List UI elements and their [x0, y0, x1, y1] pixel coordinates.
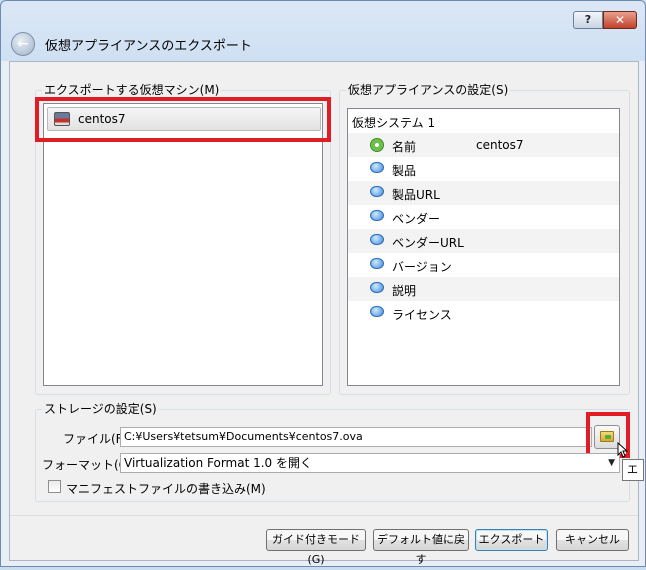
- guided-mode-button[interactable]: ガイド付きモード(G): [266, 529, 366, 566]
- speech-bubble-icon: [370, 306, 384, 317]
- speech-bubble-icon: [370, 234, 384, 245]
- settings-row-label: ライセンス: [392, 308, 452, 322]
- settings-row-name[interactable]: 名前 centos7: [348, 133, 619, 157]
- format-select-value: Virtualization Format 1.0 を開く: [124, 456, 312, 470]
- settings-row-label: ベンダー: [392, 212, 441, 226]
- export-dialog-window: ← 仮想アプライアンスのエクスポート ? ✕ エクスポートする仮想マシン(M) …: [0, 0, 646, 567]
- appliance-settings-tree[interactable]: 仮想システム 1 名前 centos7 製品 製品URL ベンダー ベンダーUR…: [347, 108, 620, 386]
- settings-row-product-url[interactable]: 製品URL: [348, 181, 619, 205]
- export-button[interactable]: エクスポート: [475, 529, 548, 551]
- settings-row-label: 名前: [392, 140, 417, 154]
- settings-row-vendor[interactable]: ベンダー: [348, 205, 619, 229]
- title-bar: ← 仮想アプライアンスのエクスポート ? ✕: [1, 1, 645, 61]
- speech-bubble-icon: [370, 162, 384, 173]
- settings-row-label: 製品URL: [392, 188, 440, 202]
- cancel-button[interactable]: キャンセル: [556, 529, 629, 551]
- back-arrow-icon[interactable]: ←: [11, 32, 35, 56]
- appliance-settings-title: 仮想アプライアンスの設定(S): [346, 83, 511, 97]
- help-button[interactable]: ?: [573, 11, 603, 29]
- settings-row-vendor-url[interactable]: ベンダーURL: [348, 229, 619, 253]
- dropdown-arrow-icon: ▼: [608, 458, 615, 468]
- manifest-label[interactable]: マニフェストファイルの書き込み(M): [66, 480, 266, 497]
- highlight-box-vm: [35, 97, 331, 142]
- speech-bubble-icon: [370, 186, 384, 197]
- restore-defaults-button[interactable]: デフォルト値に戻す: [373, 529, 469, 566]
- vm-listbox[interactable]: centos7: [43, 103, 323, 386]
- appliance-settings-group: 仮想アプライアンスの設定(S) 仮想システム 1 名前 centos7 製品 製…: [339, 83, 630, 395]
- settings-row-label: バージョン: [392, 260, 452, 274]
- settings-row-version[interactable]: バージョン: [348, 253, 619, 277]
- virtual-system-label: 仮想システム 1: [352, 116, 436, 130]
- speech-bubble-icon: [370, 258, 384, 269]
- settings-row-value[interactable]: centos7: [476, 138, 524, 152]
- close-button[interactable]: ✕: [603, 11, 637, 29]
- settings-row-license[interactable]: ライセンス: [348, 301, 619, 325]
- speech-bubble-icon: [370, 210, 384, 221]
- dialog-client-area: エクスポートする仮想マシン(M) centos7 仮想アプライアンスの設定(S)…: [9, 61, 644, 566]
- storage-settings-title: ストレージの設定(S): [42, 402, 159, 416]
- manifest-checkbox[interactable]: [48, 480, 61, 493]
- settings-row-product[interactable]: 製品: [348, 157, 619, 181]
- settings-row-label: 製品: [392, 164, 417, 178]
- window-title: 仮想アプライアンスのエクスポート: [45, 39, 252, 54]
- vm-group-title: エクスポートする仮想マシン(M): [42, 83, 222, 97]
- settings-row-description[interactable]: 説明: [348, 277, 619, 301]
- speech-bubble-icon: [370, 282, 384, 293]
- bottom-divider: [10, 515, 638, 516]
- format-select[interactable]: Virtualization Format 1.0 を開く ▼: [120, 453, 620, 473]
- settings-row-label: ベンダーURL: [392, 236, 464, 250]
- tooltip: エク: [622, 459, 644, 481]
- settings-row-label: 説明: [392, 284, 417, 298]
- name-icon: [370, 138, 384, 152]
- file-path-input[interactable]: C:¥Users¥tetsum¥Documents¥centos7.ova: [120, 427, 592, 447]
- mouse-pointer-icon: [617, 442, 629, 458]
